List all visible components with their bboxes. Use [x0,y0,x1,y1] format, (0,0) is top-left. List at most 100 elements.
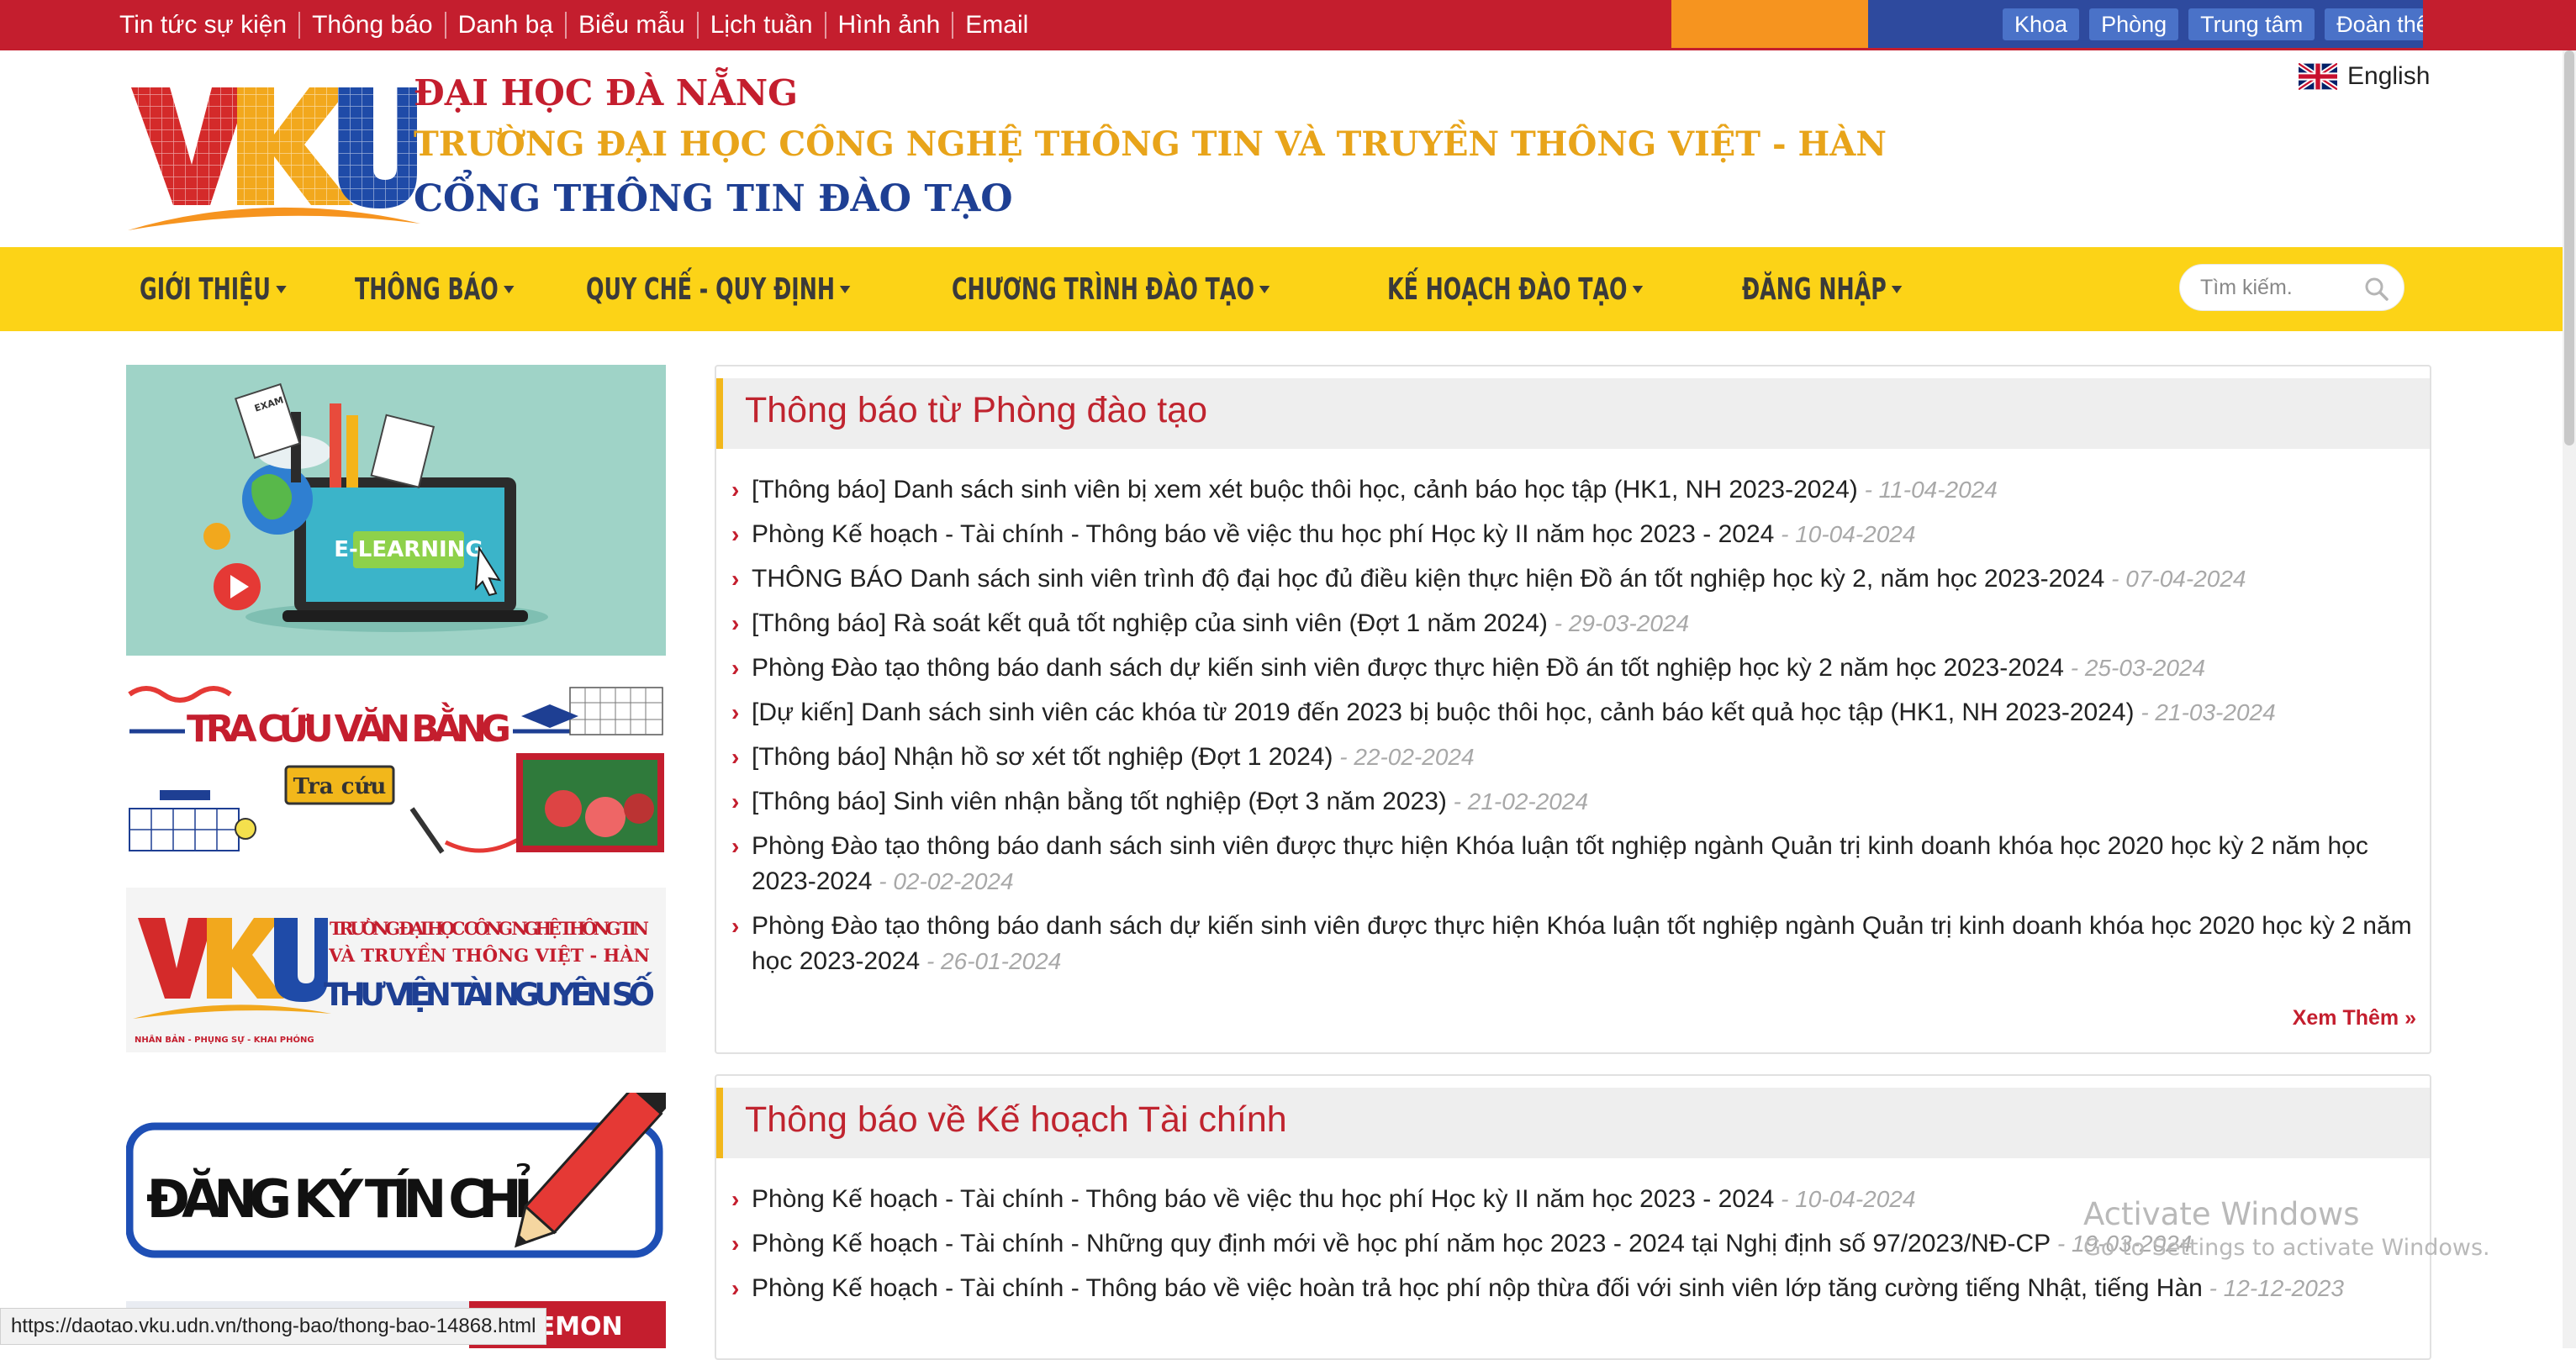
language-label: English [2347,62,2431,90]
nav-label: GIỚI THIỆU [140,271,271,307]
announcement-title[interactable]: Phòng Kế hoạch - Tài chính - Những quy đ… [752,1230,2051,1257]
search-icon[interactable] [2363,276,2390,303]
chevron-right-icon: › [731,610,740,636]
panel-header: Thông báo về Kế hoạch Tài chính [716,1088,2430,1158]
announcement-item[interactable]: › THÔNG BÁO Danh sách sinh viên trình độ … [731,561,2413,597]
announcement-title[interactable]: Phòng Kế hoạch - Tài chính - Thông báo v… [752,520,1774,548]
caret-down-icon [840,285,851,293]
announcement-item[interactable]: › [Thông báo] Nhận hồ sơ xét tốt nghiệp (… [731,740,2413,775]
announcement-title[interactable]: [Thông báo] Nhận hồ sơ xét tốt nghiệp (Đ… [752,743,1333,771]
language-switch[interactable]: English [2299,62,2430,91]
announcement-title[interactable]: Phòng Kế hoạch - Tài chính - Thông báo v… [752,1185,1774,1213]
library-title: THƯ VIỆN TÀI NGUYÊN SỐ [324,972,655,1013]
top-link-thong-bao[interactable]: Thông báo [298,12,444,39]
nav-thong-bao[interactable]: THÔNG BÁO [355,272,515,307]
caret-down-icon [276,285,287,293]
announcement-date: - 11-04-2024 [1857,477,1998,503]
chevron-right-icon: › [731,744,740,770]
announcement-item[interactable]: › [Thông báo] Danh sách sinh viên bị xem … [731,472,2413,508]
chevron-right-icon: › [731,699,740,725]
announcement-item[interactable]: › Phòng Kế hoạch - Tài chính - Thông báo … [731,517,2413,552]
quick-link-khoa[interactable]: Khoa [2003,8,2080,40]
announcement-date: - 02-02-2024 [872,868,1014,894]
page-scrollbar-thumb[interactable] [2564,50,2574,445]
vku-logo[interactable] [126,71,420,239]
quick-link-phong[interactable]: Phòng [2089,8,2179,40]
announcement-date: - 07-04-2024 [2104,566,2246,592]
see-more-link[interactable]: Xem Thêm » [2293,1006,2416,1031]
announcement-date: - 12-12-2023 [2202,1275,2344,1301]
announcement-title[interactable]: [Thông báo] Rà soát kết quả tốt nghiệp c… [752,609,1548,637]
elearning-label: E-LEARNING [334,537,483,562]
activate-title: Activate Windows [2083,1196,2360,1232]
announcement-date: - 26-01-2024 [920,948,1062,974]
top-link-email[interactable]: Email [952,12,1040,39]
tra-cuu-title: TRA CỨU VĂN BẰNG [187,702,511,751]
nav-quy-che[interactable]: QUY CHẾ - QUY ĐỊNH [586,272,851,307]
school-name: TRƯỜNG ĐẠI HỌC CÔNG NGHỆ THÔNG TIN VÀ TR… [414,124,1887,164]
announcement-title[interactable]: THÔNG BÁO Danh sách sinh viên trình độ đ… [752,565,2104,593]
top-link-tin-tuc[interactable]: Tin tức sự kiện [118,12,298,39]
chevron-right-icon: › [731,1275,740,1301]
announcements-panel-training: Thông báo từ Phòng đào tạo › [Thông báo] … [715,365,2431,1054]
top-bar-red-end [2423,0,2576,50]
quick-link-trung-tam[interactable]: Trung tâm [2188,8,2315,40]
announcement-date: - 29-03-2024 [1547,610,1690,636]
library-school-line1: TRƯỜNG ĐẠI HỌC CÔNG NGHỆ THÔNG TIN [330,918,649,939]
announcement-item[interactable]: › Phòng Đào tạo thông báo danh sách dự ki… [731,651,2413,686]
announcement-title[interactable]: [Dự kiến] Danh sách sinh viên các khóa t… [752,698,2135,726]
top-link-lich-tuan[interactable]: Lịch tuần [696,12,825,39]
nav-label: QUY CHẾ - QUY ĐỊNH [585,271,835,307]
announcement-title[interactable]: [Thông báo] Sinh viên nhận bằng tốt nghi… [752,788,1447,815]
thu-vien-tai-nguyen-so-banner[interactable]: NHÂN BẢN - PHỤNG SỰ - KHAI PHÓNG TRƯỜNG … [126,888,666,1052]
announcement-item[interactable]: › Phòng Đào tạo thông báo danh sách dự ki… [731,909,2413,979]
nav-ke-hoach[interactable]: KẾ HOẠCH ĐÀO TẠO [1387,272,1643,307]
announcement-date: - 25-03-2024 [2063,655,2206,681]
chevron-right-icon: › [731,521,740,547]
activate-subtitle: Go to Settings to activate Windows. [2083,1235,2490,1261]
dang-ky-title: ĐĂNG KÝ TÍN CHỈ [146,1162,533,1230]
search-input[interactable] [2199,273,2358,302]
caret-down-icon [1632,285,1643,293]
chevron-right-icon: › [731,655,740,681]
panel-header: Thông báo từ Phòng đào tạo [716,378,2430,449]
panel-title: Thông báo từ Phòng đào tạo [745,390,1207,430]
announcement-date: - 21-03-2024 [2134,699,2276,725]
announcement-title[interactable]: Phòng Kế hoạch - Tài chính - Thông báo v… [752,1274,2203,1302]
elearning-banner[interactable]: E-LEARNING EXAM [126,365,666,656]
tra-cuu-van-bang-banner[interactable]: TRA CỨU VĂN BẰNG Tra cứu [126,683,666,856]
top-link-danh-ba[interactable]: Danh bạ [444,12,565,39]
announcement-item[interactable]: › [Thông báo] Rà soát kết quả tốt nghiệp … [731,606,2413,641]
announcement-item[interactable]: › [Thông báo] Sinh viên nhận bằng tốt ngh… [731,784,2413,820]
nav-dang-nhap[interactable]: ĐĂNG NHẬP [1742,272,1903,307]
announcement-item[interactable]: › Phòng Đào tạo thông báo danh sách sinh … [731,829,2413,899]
top-link-hinh-anh[interactable]: Hình ảnh [824,12,953,39]
top-bar: Tin tức sự kiện Thông báo Danh bạ Biểu m… [0,0,2576,50]
caret-down-icon [1259,285,1270,293]
chevron-right-icon: › [731,788,740,814]
chevron-right-icon: › [731,566,740,592]
chevron-right-icon: › [731,477,740,503]
top-links: Tin tức sự kiện Thông báo Danh bạ Biểu m… [118,0,1040,50]
announcement-item[interactable]: › [Dự kiến] Danh sách sinh viên các khóa … [731,695,2413,730]
nav-gioi-thieu[interactable]: GIỚI THIỆU [140,272,287,307]
logo-text: ĐẠI HỌC ĐÀ NẴNG TRƯỜNG ĐẠI HỌC CÔNG NGHỆ… [414,69,1887,227]
announcement-date: - 21-02-2024 [1446,788,1589,814]
search-box [2179,264,2404,311]
top-link-bieu-mau[interactable]: Biểu mẫu [565,12,697,39]
chevron-right-icon: › [731,1186,740,1212]
nav-chuong-trinh[interactable]: CHƯƠNG TRÌNH ĐÀO TẠO [952,272,1270,307]
announcement-list: › [Thông báo] Danh sách sinh viên bị xem … [731,472,2413,988]
top-bar-orange-block [1671,0,1868,48]
library-motto: NHÂN BẢN - PHỤNG SỰ - KHAI PHÓNG [135,1033,314,1045]
announcement-title[interactable]: Phòng Đào tạo thông báo danh sách dự kiế… [752,654,2064,682]
chevron-right-icon: › [731,913,740,939]
announcement-item[interactable]: › Phòng Kế hoạch - Tài chính - Thông báo … [731,1271,2413,1306]
portal-name: CỔNG THÔNG TIN ĐÀO TẠO [414,177,1013,220]
dang-ky-tin-chi-banner[interactable]: ĐĂNG KÝ TÍN CHỈ [126,1093,666,1261]
panel-title: Thông báo về Kế hoạch Tài chính [745,1099,1287,1140]
link-status-bar: https://daotao.vku.udn.vn/thong-bao/thon… [0,1308,547,1345]
tra-cuu-button[interactable]: Tra cứu [293,774,387,799]
library-school-line2: VÀ TRUYỀN THÔNG VIỆT - HÀN [328,943,650,966]
announcement-title[interactable]: [Thông báo] Danh sách sinh viên bị xem x… [752,476,1858,503]
